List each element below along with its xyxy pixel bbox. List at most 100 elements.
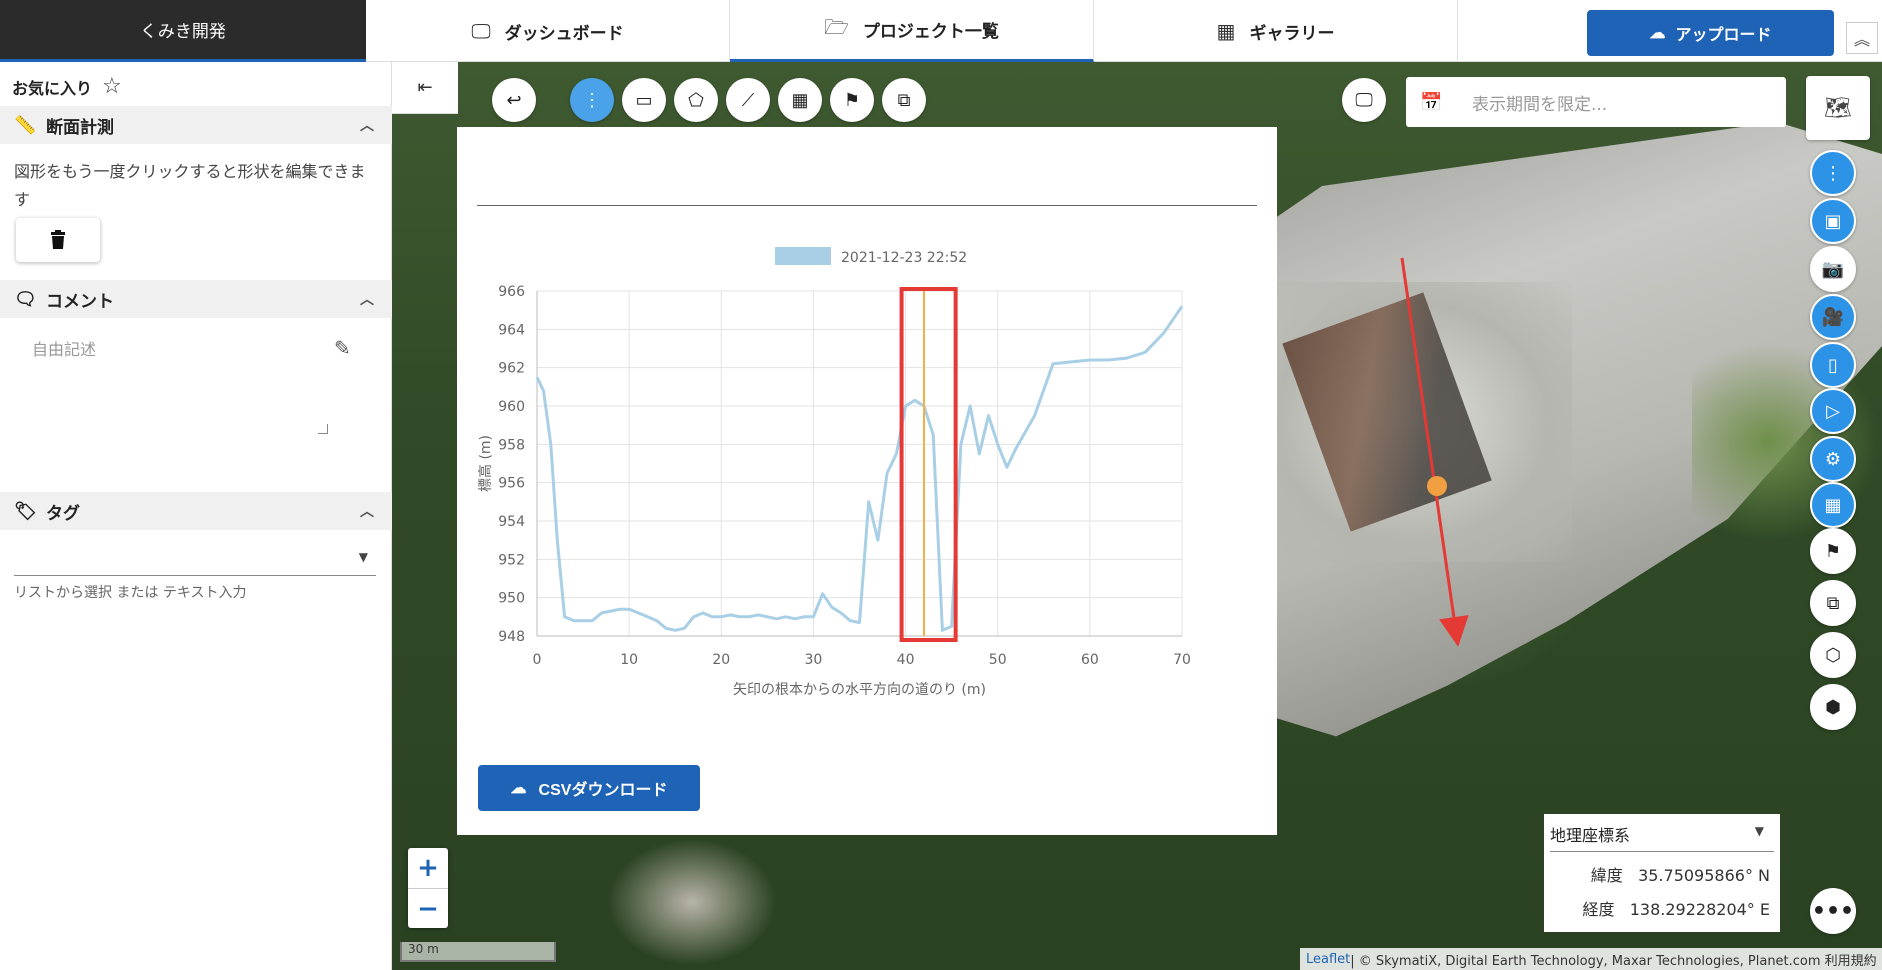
grid-icon: ▦ xyxy=(1216,19,1236,43)
textarea-resize-handle[interactable] xyxy=(318,424,328,434)
tool-volume-button[interactable]: ▦ xyxy=(778,78,822,122)
map-icon: 🗺 xyxy=(1824,95,1852,121)
more-vertical-icon: ⋮ xyxy=(1824,162,1842,184)
y-tick-label: 958 xyxy=(498,437,525,453)
section-title-comment: コメント xyxy=(46,291,114,312)
y-tick-label: 966 xyxy=(498,284,525,300)
section-title-measure: 断面計測 xyxy=(46,117,114,138)
tag-select[interactable]: ▼ xyxy=(14,546,376,576)
section-header-comment[interactable]: 🗨 コメント ︿ xyxy=(0,280,392,318)
tool-distance-button[interactable]: ▭ xyxy=(622,78,666,122)
attribution-text: | © SkymatiX, Digital Earth Technology, … xyxy=(1350,953,1877,969)
map-attribution: Leaflet | © SkymatiX, Digital Earth Tech… xyxy=(1300,948,1882,970)
more-options-button[interactable]: ••• xyxy=(1810,888,1856,934)
monitor-icon: 🖵 xyxy=(471,19,491,43)
zoom-out-button[interactable]: − xyxy=(408,888,448,928)
pencil-icon[interactable]: ✎ xyxy=(334,336,351,360)
comment-input[interactable]: 自由記述 xyxy=(32,336,96,360)
chevron-up-icon: ︿ xyxy=(360,504,374,520)
period-filter-input[interactable]: 表示期間を限定... xyxy=(1472,90,1607,115)
longitude-label: 経度 xyxy=(1582,900,1615,919)
undo-icon: ↩ xyxy=(506,89,522,110)
layers-button[interactable]: ⧉ xyxy=(1810,580,1856,626)
collapse-left-icon: ⇤ xyxy=(417,77,433,98)
x-tick-label: 40 xyxy=(897,652,915,668)
coordinate-system-select[interactable]: 地理座標系 ▼ xyxy=(1550,822,1774,852)
ruler-icon: 📏 xyxy=(14,114,37,136)
zoom-control: + − xyxy=(408,848,448,928)
tag-icon: 🏷 xyxy=(14,500,37,522)
scale-bar: 30 m xyxy=(400,942,556,962)
favorite-row[interactable]: お気に入り ☆ xyxy=(12,74,122,99)
tab-gallery[interactable]: ▦ ギャラリー xyxy=(1094,0,1458,62)
delete-shape-button[interactable] xyxy=(16,218,100,262)
collapse-header-button[interactable]: ︽ xyxy=(1846,22,1878,54)
map-layer-button[interactable]: 🗺 xyxy=(1806,76,1870,140)
csv-download-button[interactable]: ☁ CSVダウンロード xyxy=(478,765,700,811)
trash-icon xyxy=(51,230,65,249)
tool-menu-button[interactable]: ⋮ xyxy=(570,78,614,122)
display-toggle-button[interactable]: 🖵 xyxy=(1342,78,1386,122)
measure-drone-button[interactable]: ⚙ xyxy=(1810,436,1856,482)
series-line xyxy=(535,305,1184,632)
mobile-button[interactable]: ▯ xyxy=(1810,342,1856,388)
y-tick-label: 960 xyxy=(498,399,525,415)
tab-dashboard[interactable]: 🖵 ダッシュボード xyxy=(366,0,730,62)
zoom-in-button[interactable]: + xyxy=(408,848,448,888)
star-icon[interactable]: ☆ xyxy=(102,74,122,99)
video-camera-icon: 🎥 xyxy=(1821,306,1845,328)
sidebar-collapse-button[interactable]: ⇤ xyxy=(392,62,458,114)
brand-project-name[interactable]: くみき開発 xyxy=(0,0,366,62)
ruler-icon: ▭ xyxy=(635,89,653,110)
y-tick-label: 956 xyxy=(498,476,525,492)
map-view[interactable]: ⇤ ↩ ⋮ ▭ ⬠ ⟋ ▦ ⚑ ⧉ 🖵 📅 表示期間を限定... 🗺 ⋮ ▣ 📷… xyxy=(392,62,1882,970)
tab-projects[interactable]: 🗁 プロジェクト一覧 xyxy=(730,0,1094,62)
flag-icon: ⚑ xyxy=(843,89,861,110)
longitude-row: 経度 138.29228204° E xyxy=(1550,896,1774,920)
caret-down-icon: ▼ xyxy=(358,550,368,564)
measure-arrow[interactable] xyxy=(1400,257,1469,647)
line-chart-icon: ⟋ xyxy=(741,89,755,110)
x-tick-label: 70 xyxy=(1173,652,1191,668)
play-icon: ▷ xyxy=(1826,400,1840,422)
camera-button[interactable]: 📷 xyxy=(1810,246,1856,292)
play-file-button[interactable]: ▷ xyxy=(1810,388,1856,434)
top-nav-bar: くみき開発 🖵 ダッシュボード 🗁 プロジェクト一覧 ▦ ギャラリー ☁ アップ… xyxy=(0,0,1882,62)
tool-copy-button[interactable]: ⧉ xyxy=(882,78,926,122)
3d-model-button[interactable]: ⬢ xyxy=(1810,684,1856,730)
section-header-tag[interactable]: 🏷 タグ ︿ xyxy=(0,492,392,530)
caret-down-icon: ▼ xyxy=(1754,824,1764,838)
undo-button[interactable]: ↩ xyxy=(492,78,536,122)
section-header-measure[interactable]: 📏 断面計測 ︿ xyxy=(0,106,392,144)
mesh-cube-icon: ⬡ xyxy=(1825,644,1841,666)
video-button[interactable]: 🎥 xyxy=(1810,294,1856,340)
tool-area-button[interactable]: ⬠ xyxy=(674,78,718,122)
period-filter[interactable]: 📅 表示期間を限定... xyxy=(1406,77,1786,127)
cloud-download-icon: ☁ xyxy=(510,780,527,797)
measure-position-marker[interactable] xyxy=(1427,476,1447,496)
chevron-up-icon: ︿ xyxy=(360,292,374,308)
y-axis-label: 標高 (m) xyxy=(477,435,494,492)
leaflet-link[interactable]: Leaflet xyxy=(1306,952,1350,967)
frame-button[interactable]: ▣ xyxy=(1810,198,1856,244)
x-axis-label: 矢印の根本からの水平方向の道のり (m) xyxy=(733,682,986,698)
flag-button[interactable]: ⚑ xyxy=(1810,528,1856,574)
tool-profile-button[interactable]: ⟋ xyxy=(726,78,770,122)
phone-icon: ▯ xyxy=(1828,354,1838,376)
flag-icon: ⚑ xyxy=(1824,540,1842,562)
csv-download-label: CSVダウンロード xyxy=(538,782,668,799)
legend-swatch xyxy=(775,247,831,265)
latitude-value: 35.75095866° N xyxy=(1638,866,1770,885)
3d-mesh-button[interactable]: ⬡ xyxy=(1810,632,1856,678)
more-vertical-icon: ⋮ xyxy=(583,89,601,110)
upload-button[interactable]: ☁ アップロード xyxy=(1587,10,1834,56)
polygon-icon: ⬠ xyxy=(688,89,704,110)
coordinate-panel: 地理座標系 ▼ 緯度 35.75095866° N 経度 138.2922820… xyxy=(1544,814,1780,932)
x-tick-label: 60 xyxy=(1081,652,1099,668)
tool-flag-button[interactable]: ⚑ xyxy=(830,78,874,122)
y-tick-label: 952 xyxy=(498,552,525,568)
x-tick-label: 30 xyxy=(805,652,823,668)
dashboard-layout-button[interactable]: ▦ xyxy=(1810,482,1856,528)
upload-button-label: アップロード xyxy=(1675,27,1772,44)
right-menu-button[interactable]: ⋮ xyxy=(1810,150,1856,196)
